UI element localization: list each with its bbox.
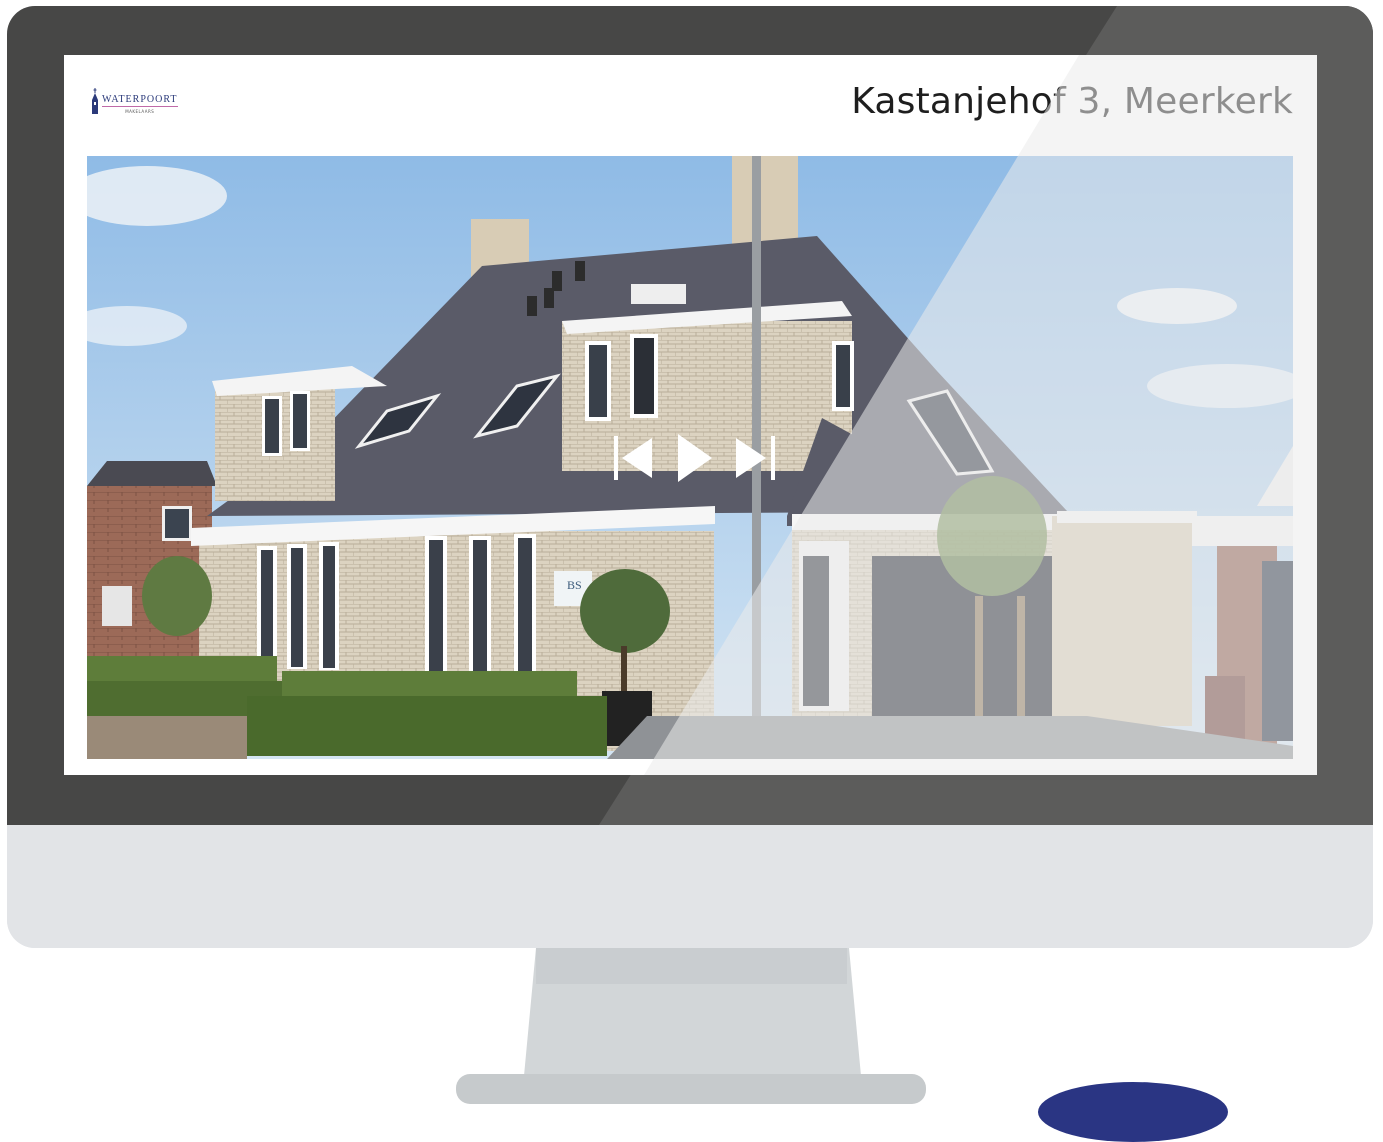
play-icon[interactable] (678, 434, 712, 482)
skip-next-icon[interactable] (736, 436, 776, 480)
church-tower-icon (92, 88, 98, 114)
logo-name: WATERPOORT (102, 94, 178, 107)
skip-previous-icon[interactable] (614, 436, 654, 480)
brand-badge (1038, 1082, 1228, 1142)
house-photo: BS (87, 156, 1293, 759)
monitor-base (456, 1074, 926, 1104)
svg-text:BS: BS (567, 578, 582, 592)
logo-subtitle: MAKELAARS (125, 109, 155, 114)
stand-shade (536, 948, 847, 984)
screen: WATERPOORT MAKELAARS Kastanjehof 3, Meer… (64, 55, 1317, 775)
slideshow-controls (614, 434, 776, 482)
monitor-chin (7, 825, 1373, 948)
page-title: Kastanjehof 3, Meerkerk (851, 81, 1293, 122)
logo[interactable]: WATERPOORT MAKELAARS (90, 88, 178, 114)
